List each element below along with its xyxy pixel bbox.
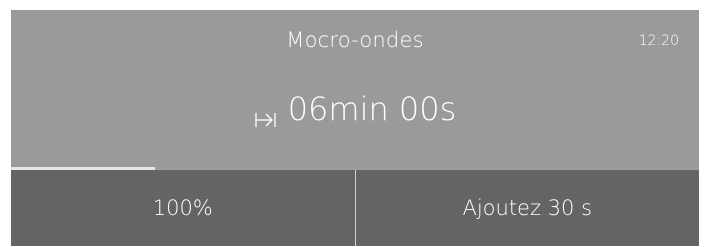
timer-display: 06min 00s <box>11 88 699 128</box>
add-30s-button[interactable]: Ajoutez 30 s <box>356 170 700 246</box>
program-title: Mocro-ondes <box>286 28 424 52</box>
clock: 12:20 <box>638 33 679 49</box>
microwave-panel: Mocro-ondes 12:20 06min 00s 100% Ajoutez… <box>11 10 699 246</box>
power-level-button[interactable]: 100% <box>11 170 355 246</box>
action-buttons: 100% Ajoutez 30 s <box>11 170 699 246</box>
timer-value: 06min 00s <box>287 90 457 128</box>
timer-end-icon <box>254 98 278 127</box>
